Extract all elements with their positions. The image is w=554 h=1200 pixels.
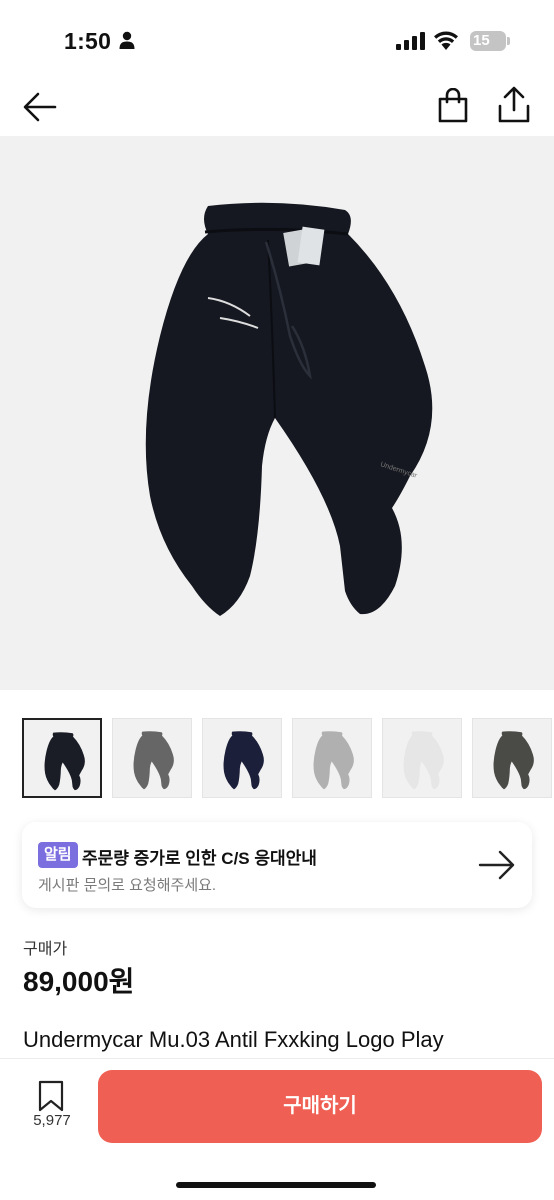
wifi-icon bbox=[434, 31, 458, 50]
product-thumbnail[interactable] bbox=[382, 718, 462, 798]
product-title: Undermycar Mu.03 Antil Fxxking Logo Play bbox=[23, 1027, 444, 1052]
battery-level: 15 bbox=[473, 32, 490, 49]
notice-title: 주문량 증가로 인한 C/S 응대안내 bbox=[82, 849, 317, 868]
product-thumbnail[interactable] bbox=[472, 718, 552, 798]
pants-shape: Undermycar bbox=[145, 202, 433, 617]
person-icon bbox=[119, 31, 135, 49]
status-time: 1:50 bbox=[64, 28, 112, 54]
battery-cap bbox=[507, 37, 510, 45]
shopping-bag-icon[interactable] bbox=[437, 88, 469, 124]
price: 89,000원 bbox=[23, 966, 135, 997]
notice-description: 게시판 문의로 요청해주세요. bbox=[38, 877, 217, 894]
thumbnail-pants-icon bbox=[223, 731, 264, 790]
pants-illustration: Undermycar bbox=[145, 202, 433, 617]
buy-button[interactable]: 구매하기 bbox=[98, 1070, 542, 1143]
thumbnail-pants-icon bbox=[133, 731, 174, 790]
notice-badge: 알림 bbox=[38, 842, 78, 868]
product-thumbnail[interactable] bbox=[292, 718, 372, 798]
signal-icon bbox=[396, 32, 425, 50]
thumbnail-pants-icon bbox=[313, 731, 354, 790]
price-label: 구매가 bbox=[23, 941, 68, 958]
product-thumbnail[interactable] bbox=[112, 718, 192, 798]
bookmark-icon[interactable] bbox=[38, 1080, 64, 1112]
home-indicator bbox=[176, 1182, 376, 1188]
arrow-right-icon[interactable] bbox=[478, 848, 516, 882]
product-main-image[interactable]: Undermycar bbox=[0, 136, 554, 690]
product-thumbnail[interactable] bbox=[22, 718, 102, 798]
thumbnail-pants-icon bbox=[44, 732, 85, 791]
thumbnail-pants-icon bbox=[493, 731, 534, 790]
share-icon[interactable] bbox=[497, 86, 531, 124]
notice-card[interactable]: 알림 주문량 증가로 인한 C/S 응대안내 게시판 문의로 요청해주세요. bbox=[22, 822, 532, 908]
thumbnail-strip bbox=[22, 718, 554, 800]
battery-icon: 15 bbox=[470, 31, 506, 51]
status-bar: 1:50 15 bbox=[0, 0, 554, 80]
bookmark-count: 5,977 bbox=[33, 1112, 71, 1129]
product-thumbnail[interactable] bbox=[202, 718, 282, 798]
back-arrow-icon[interactable] bbox=[22, 90, 58, 124]
thumbnail-pants-icon bbox=[403, 731, 444, 790]
